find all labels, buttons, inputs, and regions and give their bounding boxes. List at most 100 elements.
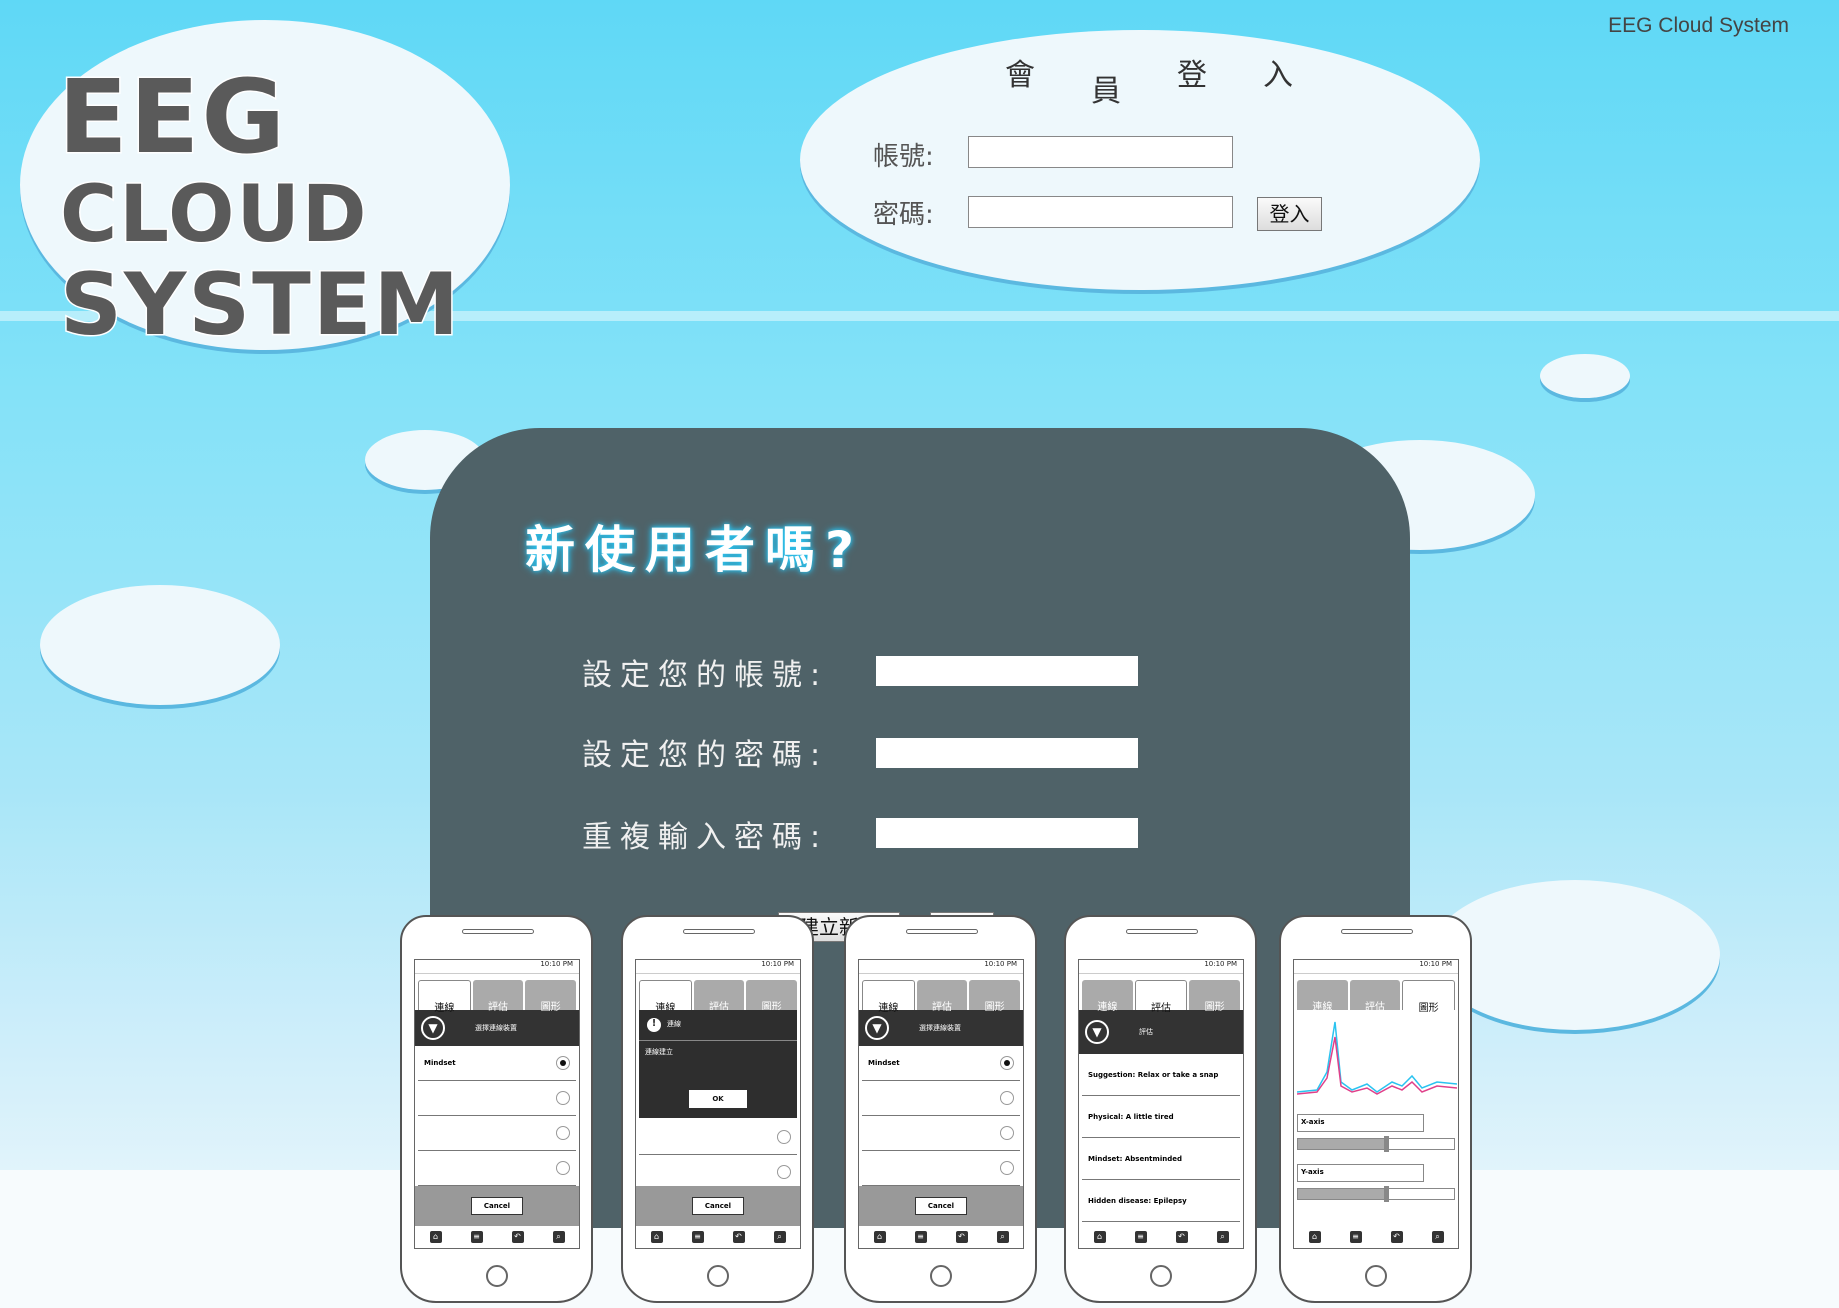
search-icon[interactable]: ⌕ bbox=[996, 1231, 1009, 1243]
login-button[interactable]: 登入 bbox=[1257, 197, 1322, 231]
tab-evaluate[interactable]: 評估 bbox=[472, 980, 524, 1013]
tab-graph[interactable]: 圖形 bbox=[746, 980, 798, 1013]
tab-graph[interactable]: 圖形 bbox=[969, 980, 1021, 1013]
radio-icon[interactable] bbox=[1000, 1091, 1014, 1105]
back-icon[interactable]: ↶ bbox=[732, 1231, 745, 1243]
tab-evaluate[interactable]: 評估 bbox=[693, 980, 745, 1013]
dropdown-icon[interactable]: ▼ bbox=[421, 1016, 445, 1040]
slider-thumb[interactable] bbox=[1383, 1136, 1389, 1152]
password-input[interactable] bbox=[968, 196, 1233, 228]
logo-line-cloud: CLOUD bbox=[59, 169, 369, 262]
radio-icon[interactable] bbox=[556, 1091, 570, 1105]
dialog-message: 連線建立 bbox=[645, 1048, 673, 1056]
cloud bbox=[40, 585, 280, 705]
eeg-series-pink bbox=[1296, 1036, 1458, 1095]
cancel-button[interactable]: Cancel bbox=[470, 1197, 524, 1215]
status-bar: 10:10 PM bbox=[859, 960, 1023, 974]
home-button[interactable] bbox=[930, 1265, 952, 1287]
radio-icon[interactable] bbox=[556, 1126, 570, 1140]
search-icon[interactable]: ⌕ bbox=[552, 1231, 565, 1243]
eeg-series-cyan bbox=[1296, 1021, 1458, 1093]
radio-icon[interactable] bbox=[777, 1165, 791, 1179]
repeat-password-input[interactable] bbox=[876, 818, 1138, 848]
list-item[interactable] bbox=[862, 1081, 1020, 1116]
tab-connect[interactable]: 連線 bbox=[1297, 980, 1348, 1013]
search-icon[interactable]: ⌕ bbox=[1216, 1231, 1229, 1243]
tab-connect[interactable]: 連線 bbox=[862, 980, 915, 1014]
home-icon[interactable]: ⌂ bbox=[1093, 1231, 1106, 1243]
phone-screen: 10:10 PM 連線 評估 圖形 ▼ 評估 Suggestion: Relax or… bbox=[1078, 959, 1244, 1249]
back-icon[interactable]: ↶ bbox=[955, 1231, 968, 1243]
tab-evaluate[interactable]: 評估 bbox=[1349, 980, 1401, 1013]
account-label: 帳號: bbox=[873, 142, 934, 172]
tab-connect[interactable]: 連線 bbox=[639, 980, 692, 1014]
back-icon[interactable]: ↶ bbox=[1390, 1231, 1403, 1243]
back-icon[interactable]: ↶ bbox=[1175, 1231, 1188, 1243]
ok-button[interactable]: OK bbox=[689, 1090, 747, 1108]
list-item[interactable] bbox=[639, 1155, 797, 1190]
list-item[interactable]: Mindset bbox=[418, 1046, 576, 1081]
home-button[interactable] bbox=[1365, 1265, 1387, 1287]
home-icon[interactable]: ⌂ bbox=[429, 1231, 442, 1243]
menu-icon[interactable]: ≡ bbox=[691, 1231, 704, 1243]
set-password-input[interactable] bbox=[876, 738, 1138, 768]
alert-icon: ! bbox=[647, 1018, 661, 1032]
alert-dialog: ! 連線 連線建立 OK bbox=[639, 1010, 797, 1118]
list-item[interactable] bbox=[862, 1151, 1020, 1186]
tab-graph[interactable]: 圖形 bbox=[1189, 980, 1241, 1013]
dropdown-icon[interactable]: ▼ bbox=[865, 1016, 889, 1040]
login-title: 會員登入 bbox=[1005, 58, 1293, 109]
home-icon[interactable]: ⌂ bbox=[873, 1231, 886, 1243]
menu-icon[interactable]: ≡ bbox=[1349, 1231, 1362, 1243]
home-button[interactable] bbox=[1150, 1265, 1172, 1287]
list-item[interactable]: Mindset bbox=[862, 1046, 1020, 1081]
status-bar: 10:10 PM bbox=[415, 960, 579, 974]
tab-graph[interactable]: 圖形 bbox=[1402, 980, 1456, 1014]
radio-icon[interactable] bbox=[556, 1056, 570, 1070]
cloud bbox=[1430, 880, 1720, 1030]
nav-bar: ⌂ ≡ ↶ ⌕ bbox=[1079, 1226, 1243, 1248]
x-axis-slider[interactable] bbox=[1297, 1136, 1455, 1152]
home-icon[interactable]: ⌂ bbox=[650, 1231, 663, 1243]
tab-connect[interactable]: 連線 bbox=[418, 980, 471, 1014]
radio-icon[interactable] bbox=[777, 1130, 791, 1144]
tab-evaluate[interactable]: 評估 bbox=[916, 980, 968, 1013]
nav-bar: ⌂ ≡ ↶ ⌕ bbox=[636, 1226, 800, 1248]
y-axis-slider[interactable] bbox=[1297, 1186, 1455, 1202]
search-icon[interactable]: ⌕ bbox=[1431, 1231, 1444, 1243]
phone-screen: 10:10 PM 連線 評估 圖形 ! 連線 連線建立 OK Cancel ⌂ ≡ ↶ ⌕ bbox=[635, 959, 801, 1249]
radio-icon[interactable] bbox=[1000, 1056, 1014, 1070]
menu-icon[interactable]: ≡ bbox=[914, 1231, 927, 1243]
home-button[interactable] bbox=[707, 1265, 729, 1287]
search-icon[interactable]: ⌕ bbox=[773, 1231, 786, 1243]
radio-icon[interactable] bbox=[1000, 1161, 1014, 1175]
home-button[interactable] bbox=[486, 1265, 508, 1287]
menu-icon[interactable]: ≡ bbox=[1134, 1231, 1147, 1243]
y-axis-field[interactable]: Y-axis bbox=[1297, 1164, 1424, 1182]
set-account-label: 設定您的帳號: bbox=[582, 658, 829, 693]
phone-screen: 10:10 PM 連線 評估 圖形 ▼ 選擇連線裝置 Mindset Cancel ⌂… bbox=[414, 959, 580, 1249]
list-item[interactable] bbox=[418, 1116, 576, 1151]
dropdown-icon[interactable]: ▼ bbox=[1085, 1020, 1109, 1044]
x-axis-field[interactable]: X-axis bbox=[1297, 1114, 1424, 1132]
list-item[interactable] bbox=[418, 1081, 576, 1116]
list-item[interactable] bbox=[639, 1120, 797, 1155]
set-account-input[interactable] bbox=[876, 656, 1138, 686]
back-icon[interactable]: ↶ bbox=[511, 1231, 524, 1243]
screen-header: ▼ 選擇連線裝置 bbox=[859, 1010, 1023, 1046]
radio-icon[interactable] bbox=[556, 1161, 570, 1175]
tab-evaluate[interactable]: 評估 bbox=[1134, 980, 1188, 1014]
home-icon[interactable]: ⌂ bbox=[1308, 1231, 1321, 1243]
logo-line-system: SYSTEM bbox=[58, 254, 462, 357]
cancel-button[interactable]: Cancel bbox=[914, 1197, 968, 1215]
menu-icon[interactable]: ≡ bbox=[470, 1231, 483, 1243]
tab-graph[interactable]: 圖形 bbox=[525, 980, 577, 1013]
repeat-password-label: 重複輸入密碼: bbox=[582, 820, 829, 855]
list-item[interactable] bbox=[862, 1116, 1020, 1151]
slider-thumb[interactable] bbox=[1383, 1186, 1389, 1202]
cancel-button[interactable]: Cancel bbox=[691, 1197, 745, 1215]
list-item[interactable] bbox=[418, 1151, 576, 1186]
tab-connect[interactable]: 連線 bbox=[1082, 980, 1133, 1013]
radio-icon[interactable] bbox=[1000, 1126, 1014, 1140]
account-input[interactable] bbox=[968, 136, 1233, 168]
